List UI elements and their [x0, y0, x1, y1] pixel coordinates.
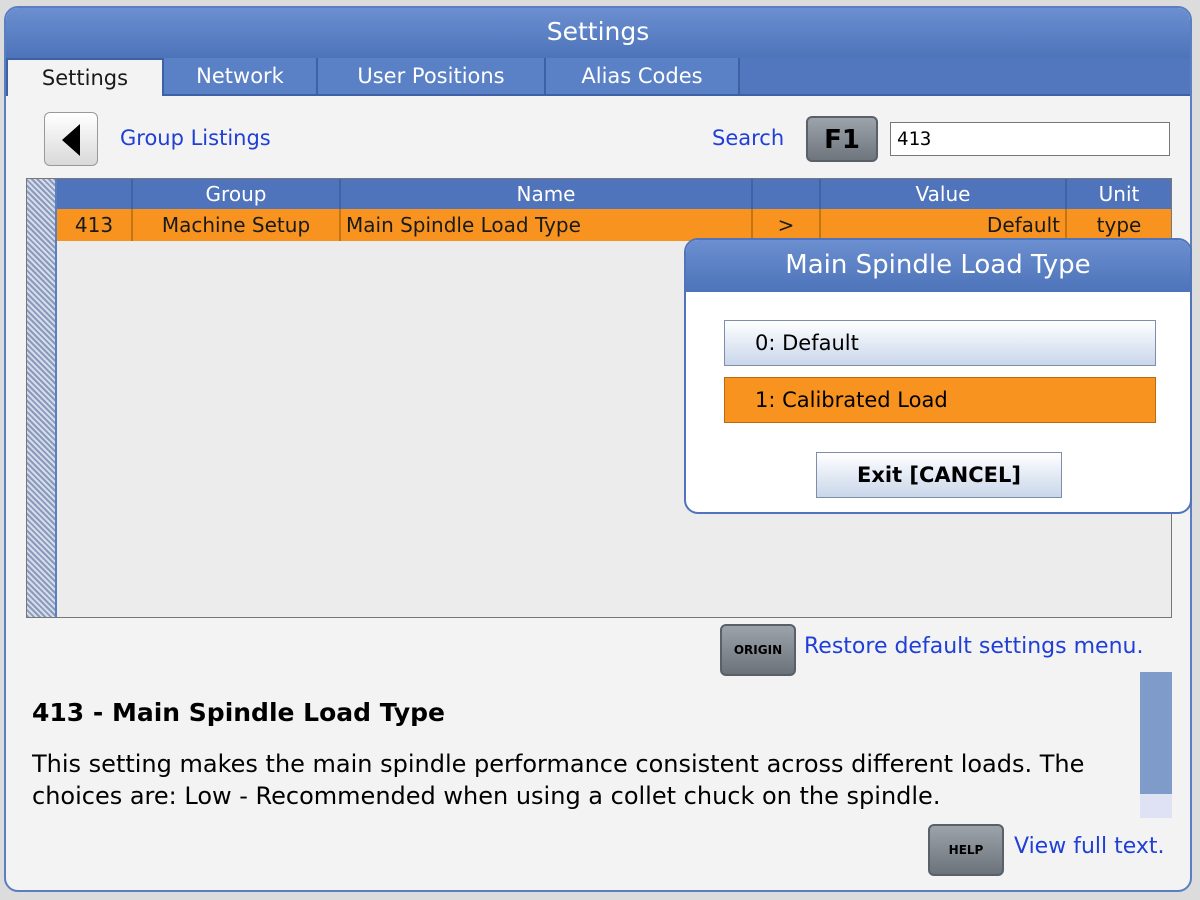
restore-defaults-link[interactable]: Restore default settings menu.: [804, 634, 1143, 659]
origin-key-button[interactable]: ORIGIN: [720, 624, 796, 676]
row-number: 413: [57, 209, 133, 241]
column-header-arrow: [753, 179, 821, 209]
load-type-dialog: Main Spindle Load Type 0: Default 1: Cal…: [684, 238, 1192, 514]
tab-network[interactable]: Network: [164, 58, 318, 94]
search-label: Search: [712, 126, 785, 150]
column-header-group: Group: [133, 179, 341, 209]
group-listings-link[interactable]: Group Listings: [120, 126, 271, 150]
row-arrow: >: [753, 209, 821, 241]
window-title: Settings: [6, 8, 1190, 58]
column-header-number: [57, 179, 133, 209]
row-name: Main Spindle Load Type: [341, 209, 753, 241]
table-scrollbar[interactable]: [27, 179, 57, 617]
f1-key-button[interactable]: F1: [806, 116, 878, 162]
row-unit: type: [1096, 213, 1142, 237]
option-default[interactable]: 0: Default: [724, 320, 1156, 366]
description-scrollbar[interactable]: [1140, 672, 1172, 818]
help-key-button[interactable]: HELP: [928, 824, 1004, 876]
column-header-unit: Unit: [1098, 182, 1140, 206]
column-header-name: Name: [341, 179, 753, 209]
column-header-value: Value: [821, 179, 1067, 209]
option-calibrated-load[interactable]: 1: Calibrated Load: [724, 377, 1156, 423]
back-button[interactable]: [44, 112, 98, 166]
dialog-title: Main Spindle Load Type: [686, 240, 1190, 292]
table-row[interactable]: 413 Machine Setup Main Spindle Load Type…: [57, 209, 1171, 241]
search-input[interactable]: 413: [890, 122, 1170, 156]
view-full-text-link[interactable]: View full text.: [1014, 834, 1165, 859]
description-title: 413 - Main Spindle Load Type: [32, 698, 445, 727]
tab-settings[interactable]: Settings: [6, 58, 164, 96]
table-header: Group Name Value Unit: [57, 179, 1171, 209]
tab-user-positions[interactable]: User Positions: [318, 58, 546, 94]
row-group: Machine Setup: [133, 209, 341, 241]
tab-alias-codes[interactable]: Alias Codes: [546, 58, 740, 94]
description-scroll-thumb[interactable]: [1140, 794, 1172, 818]
description-body: This setting makes the main spindle perf…: [32, 750, 1085, 810]
row-value: Default: [821, 209, 1067, 241]
tab-bar: Settings Network User Positions Alias Co…: [6, 58, 1190, 96]
back-arrow-icon: [62, 124, 80, 156]
exit-cancel-button[interactable]: Exit [CANCEL]: [816, 452, 1062, 498]
